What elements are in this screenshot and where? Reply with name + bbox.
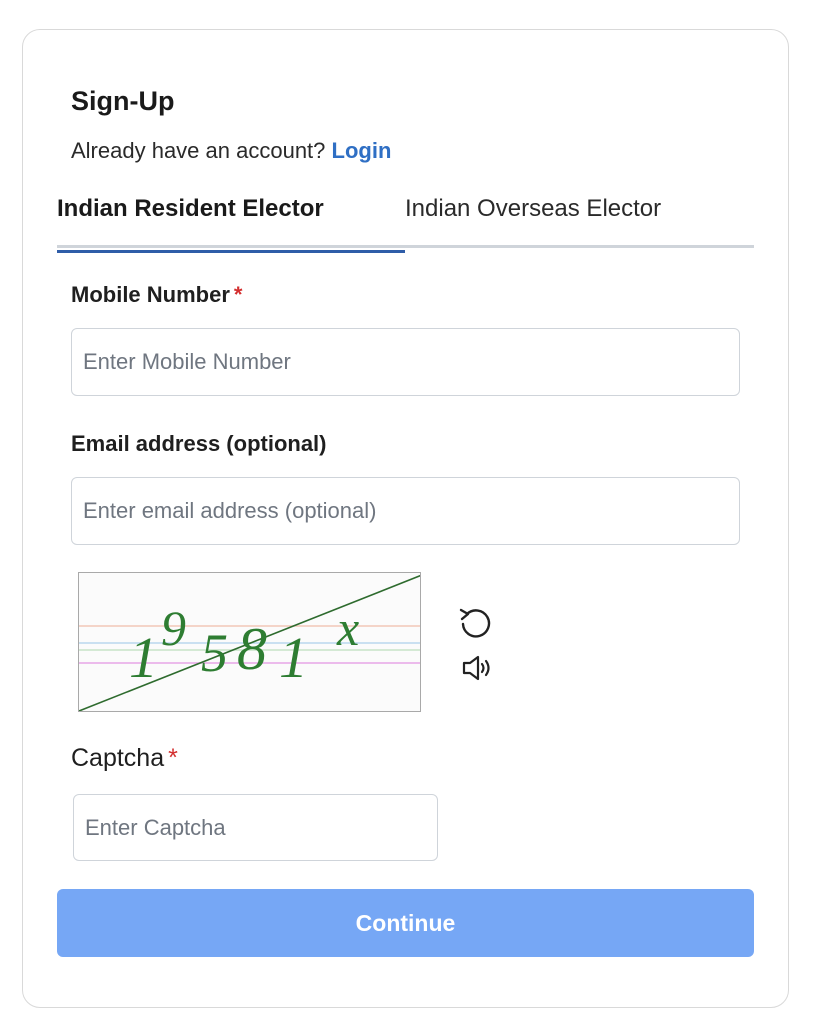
login-prompt-text: Already have an account? [71,138,326,163]
svg-text:x: x [336,600,359,656]
email-address-label: Email address (optional) [71,431,327,456]
svg-text:5: 5 [201,623,228,683]
captcha-label-text: Captcha [71,744,165,772]
captcha-label: Captcha * [71,744,178,773]
continue-button[interactable]: Continue [57,889,754,957]
svg-text:1: 1 [129,625,158,690]
svg-text:8: 8 [237,616,267,682]
required-asterisk: * [233,282,243,307]
svg-text:9: 9 [161,600,186,656]
mobile-number-label: Mobile Number * [71,282,242,308]
mobile-number-label-text: Mobile Number [71,282,230,307]
refresh-icon[interactable] [457,605,495,648]
speaker-icon[interactable] [461,654,493,687]
required-asterisk: * [168,744,178,772]
captcha-image-graphic: 1 9 5 8 1 x [79,573,420,711]
tab-indian-overseas-elector[interactable]: Indian Overseas Elector [405,195,661,223]
svg-text:1: 1 [279,625,308,690]
login-prompt-row: Already have an account? Login [71,138,391,164]
login-link[interactable]: Login [332,138,392,163]
signup-card: Sign-Up Already have an account? Login I… [22,29,789,1008]
page-title: Sign-Up [71,86,175,116]
elector-type-tabs: Indian Resident Elector Indian Overseas … [57,190,754,253]
email-address-input[interactable] [71,477,740,545]
captcha-image: 1 9 5 8 1 x [78,572,421,712]
mobile-number-input[interactable] [71,328,740,396]
captcha-input[interactable] [73,794,438,861]
tab-indian-resident-elector[interactable]: Indian Resident Elector [57,195,405,253]
